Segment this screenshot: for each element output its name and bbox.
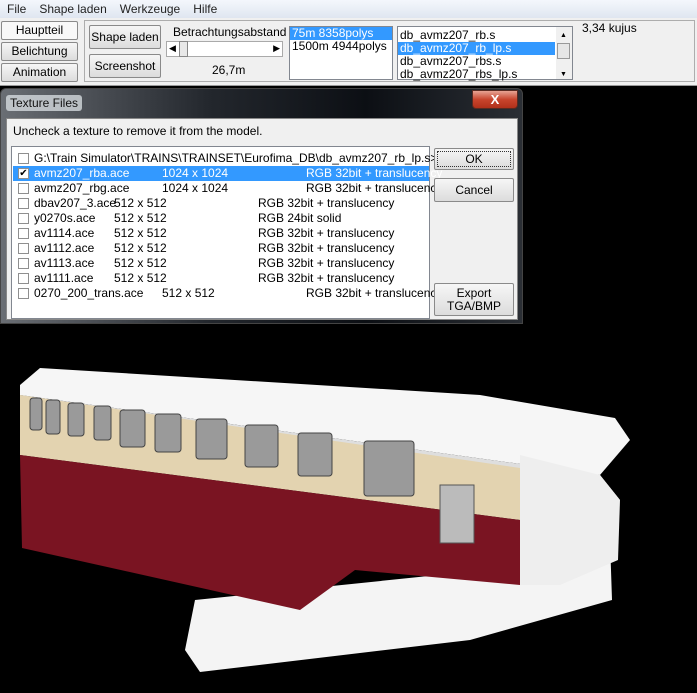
3d-viewport[interactable] bbox=[0, 0, 697, 693]
window bbox=[119, 409, 146, 448]
car-end bbox=[520, 455, 620, 585]
door-window bbox=[439, 484, 475, 544]
window bbox=[363, 440, 415, 497]
window bbox=[67, 402, 85, 437]
window bbox=[195, 418, 228, 460]
window bbox=[45, 399, 61, 435]
window bbox=[29, 397, 43, 431]
window bbox=[93, 405, 112, 441]
window bbox=[154, 413, 182, 453]
window bbox=[244, 424, 279, 468]
window bbox=[297, 432, 333, 477]
